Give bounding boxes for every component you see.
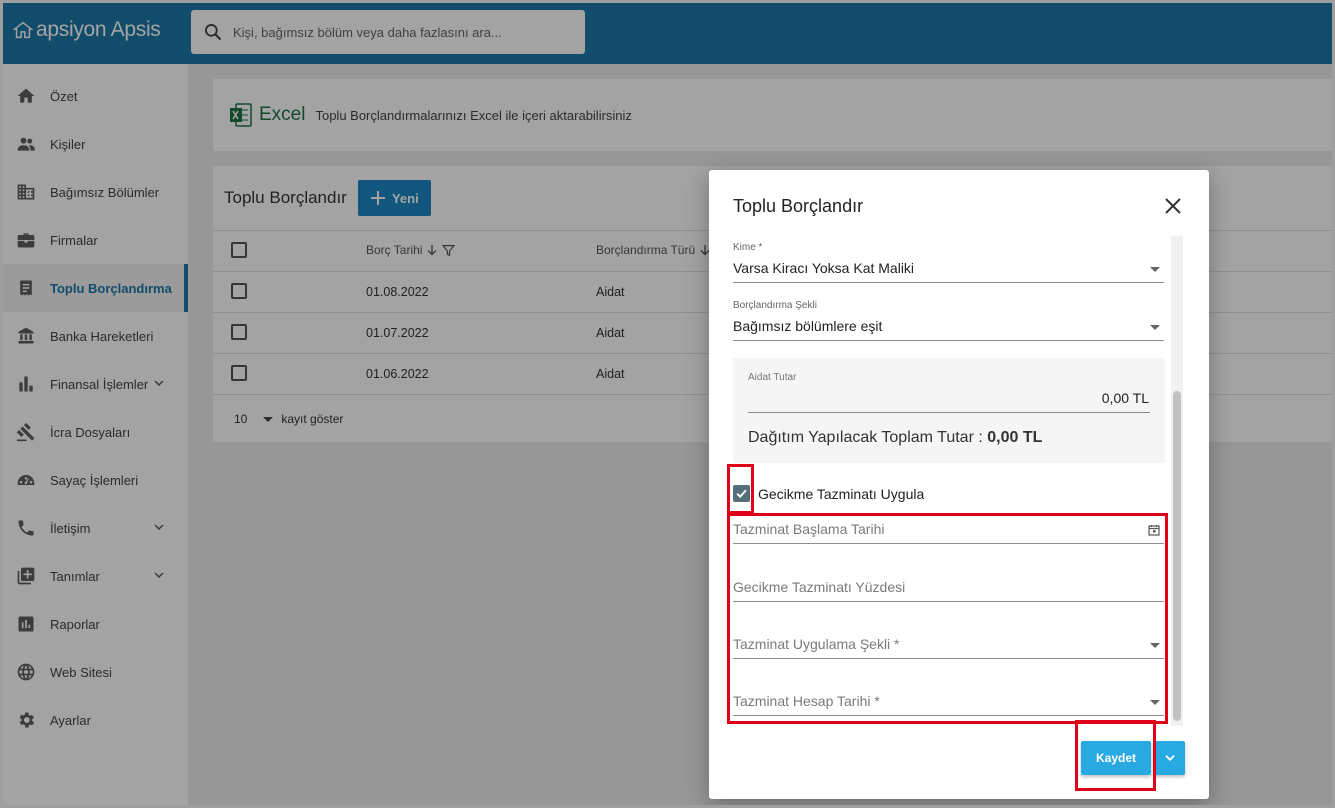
tazminat-baslama-tarihi-input[interactable]: Tazminat Başlama Tarihi bbox=[733, 508, 1164, 544]
close-icon[interactable] bbox=[1161, 194, 1185, 218]
tazminat-baslama-placeholder: Tazminat Başlama Tarihi bbox=[733, 521, 885, 537]
gecikme-tazminati-checkbox[interactable] bbox=[733, 485, 750, 502]
chevron-down-icon bbox=[1164, 755, 1175, 761]
dropdown-arrow-icon bbox=[1150, 325, 1160, 330]
dropdown-arrow-icon bbox=[1150, 700, 1160, 705]
kime-label: Kime * bbox=[733, 242, 763, 253]
borclandirma-sekli-label: Borçlandırma Şekli bbox=[733, 300, 817, 311]
borclandirma-sekli-select[interactable]: Borçlandırma Şekli Bağımsız bölümlere eş… bbox=[733, 300, 1164, 341]
save-options-button[interactable] bbox=[1154, 741, 1185, 775]
scrollbar-thumb[interactable] bbox=[1173, 391, 1181, 721]
total-amount: Dağıtım Yapılacak Toplam Tutar : 0,00 TL bbox=[748, 429, 1042, 447]
kime-select[interactable]: Kime * Varsa Kiracı Yoksa Kat Maliki bbox=[733, 242, 1164, 283]
tazminat-hesap-placeholder: Tazminat Hesap Tarihi * bbox=[733, 693, 880, 709]
gecikme-tazminati-label: Gecikme Tazminatı Uygula bbox=[758, 485, 925, 502]
borclandirma-sekli-value: Bağımsız bölümlere eşit bbox=[733, 318, 883, 334]
tazminat-hesap-tarihi-select[interactable]: Tazminat Hesap Tarihi * bbox=[733, 680, 1164, 716]
aidat-tutar-input[interactable]: 0,00 TL bbox=[1102, 390, 1149, 406]
dialog-title: Toplu Borçlandır bbox=[733, 196, 864, 216]
aidat-underline bbox=[748, 412, 1150, 413]
gecikme-yuzdesi-placeholder: Gecikme Tazminatı Yüzdesi bbox=[733, 579, 906, 595]
tazminat-uygulama-sekli-select[interactable]: Tazminat Uygulama Şekli * bbox=[733, 623, 1164, 659]
tazminat-uygulama-placeholder: Tazminat Uygulama Şekli * bbox=[733, 636, 900, 652]
dropdown-arrow-icon bbox=[1150, 643, 1160, 648]
check-icon bbox=[736, 489, 747, 499]
kime-value: Varsa Kiracı Yoksa Kat Maliki bbox=[733, 260, 915, 276]
aidat-tutar-label: Aidat Tutar bbox=[748, 372, 797, 383]
aidat-summary-box: Aidat Tutar 0,00 TL Dağıtım Yapılacak To… bbox=[733, 358, 1165, 463]
dropdown-arrow-icon bbox=[1150, 267, 1160, 272]
dialog-scrollbar[interactable] bbox=[1171, 236, 1183, 726]
toplu-borclandir-dialog: Toplu Borçlandır Kime * Varsa Kiracı Yok… bbox=[709, 170, 1209, 799]
calendar-icon[interactable] bbox=[1148, 524, 1160, 536]
gecikme-tazminati-yuzdesi-input[interactable]: Gecikme Tazminatı Yüzdesi bbox=[733, 566, 1164, 602]
total-value: 0,00 TL bbox=[987, 429, 1043, 446]
total-label: Dağıtım Yapılacak Toplam Tutar : bbox=[748, 429, 983, 446]
save-button[interactable]: Kaydet bbox=[1081, 741, 1151, 775]
gecikme-tazminati-checkbox-row[interactable]: Gecikme Tazminatı Uygula bbox=[733, 485, 924, 502]
